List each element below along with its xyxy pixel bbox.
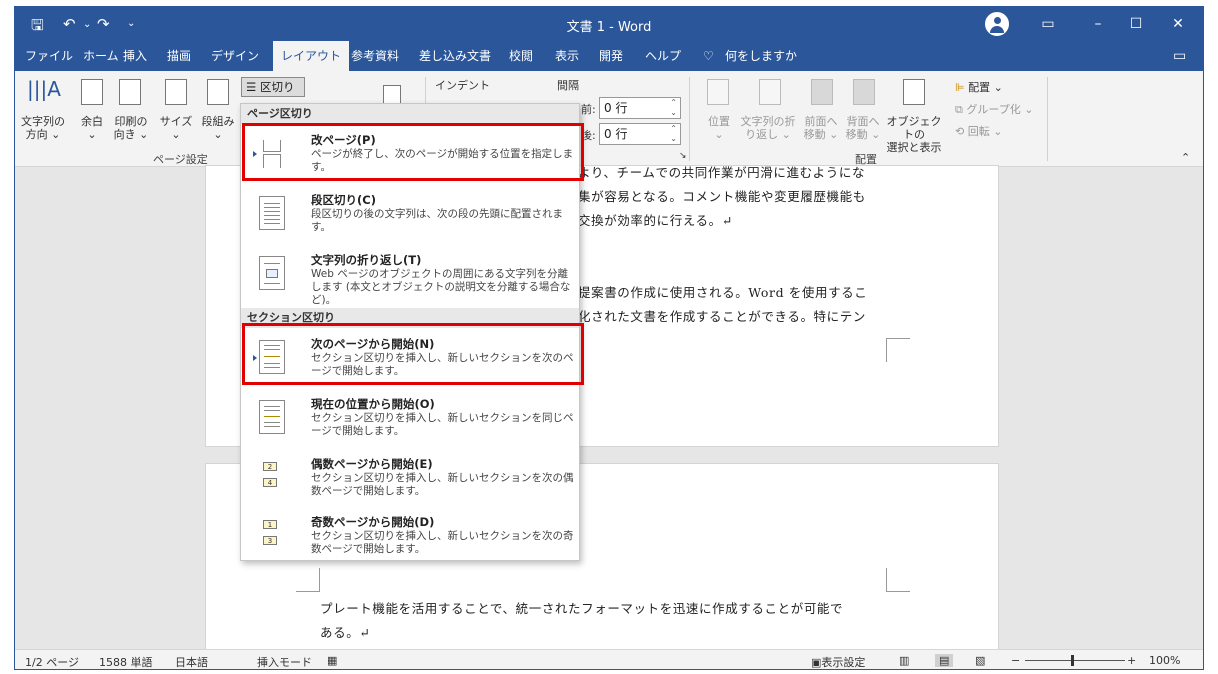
tab-view[interactable]: 表示 — [555, 41, 579, 71]
tab-home[interactable]: ホーム — [83, 41, 119, 71]
bring-forward-icon — [811, 79, 833, 105]
breaks-icon: ☰ — [246, 80, 257, 94]
print-layout-icon[interactable]: ▤ — [935, 654, 954, 667]
tab-file[interactable]: ファイル — [25, 41, 73, 71]
display-settings-icon: ▣ — [811, 656, 822, 669]
read-mode-icon[interactable]: ▥ — [899, 654, 909, 667]
spacing-before-label: 前: — [581, 103, 596, 116]
line-numbers-icon[interactable] — [383, 85, 401, 105]
align-icon: ⊫ — [955, 81, 965, 94]
margins-icon — [81, 79, 103, 105]
body-text-line: より、チームでの共同作業が円滑に進むようにな — [578, 165, 866, 180]
column-break-icon — [259, 196, 285, 230]
odd-page-icon: 1 3 — [259, 518, 285, 552]
spacing-label: 間隔 — [557, 79, 579, 92]
web-layout-icon[interactable]: ▧ — [975, 654, 985, 667]
layout-ribbon: |||A 文字列の 方向 ⌄ 余白 ⌄ 印刷の 向き ⌄ サイズ ⌄ 段組み ⌄… — [15, 71, 1203, 167]
ribbon-display-icon[interactable]: ▭ — [1025, 7, 1071, 41]
title-bar: 🖫 ↶ ⌄ ↷ ⌄ 文書 1 - Word ▭ – ☐ ✕ — [15, 7, 1203, 41]
body-text-line: 集が容易となる。コメント機能や変更履歴機能も — [578, 189, 866, 204]
columns-icon — [207, 79, 229, 105]
body-text-line: プレート機能を活用することで、統一されたフォーマットを迅速に作成することが可能で — [320, 601, 844, 616]
highlight-page-break — [242, 123, 584, 181]
menu-item-continuous[interactable]: 現在の位置から開始(O) セクション区切りを挿入し、新しいセクションを同じページ… — [241, 390, 579, 448]
divider — [689, 77, 690, 161]
macro-record-icon[interactable]: ▦ — [327, 654, 337, 667]
tab-insert[interactable]: 挿入 — [123, 41, 147, 71]
text-direction-icon: |||A — [27, 77, 61, 101]
body-text-line: 化された文書を作成することができる。特にテン — [578, 309, 866, 324]
group-button[interactable]: ⧉ グループ化 ⌄ — [955, 101, 1033, 117]
tab-mailings[interactable]: 差し込み文書 — [419, 41, 491, 71]
orientation-icon — [119, 79, 141, 105]
lightbulb-icon: ♡ — [703, 49, 714, 63]
body-text-line: 交換が効率的に行える。↵ — [578, 213, 733, 228]
divider — [1047, 77, 1048, 161]
continuous-icon — [259, 400, 285, 434]
status-bar: 1/2 ページ 1588 単語 日本語 挿入モード ▦ ▣表示設定 ▥ ▤ ▧ … — [15, 649, 1203, 669]
tell-me-search[interactable]: 何をしますか — [725, 41, 797, 71]
margin-corner-mark — [886, 568, 910, 592]
zoom-slider-thumb[interactable] — [1071, 655, 1074, 666]
ribbon-tabs: ファイル ホーム 挿入 描画 デザイン レイアウト 参考資料 差し込み文書 校閲… — [15, 41, 1203, 71]
zoom-level[interactable]: 100% — [1149, 654, 1180, 667]
indent-label: インデント — [435, 79, 490, 92]
tab-developer[interactable]: 開発 — [599, 41, 623, 71]
zoom-in-icon[interactable]: + — [1127, 654, 1136, 667]
maximize-icon[interactable]: ☐ — [1113, 7, 1159, 41]
close-icon[interactable]: ✕ — [1155, 7, 1201, 41]
position-icon — [707, 79, 729, 105]
spacing-before-input[interactable]: 0 行 — [599, 97, 681, 119]
tab-review[interactable]: 校閲 — [509, 41, 533, 71]
zoom-out-icon[interactable]: − — [1011, 654, 1020, 667]
comments-icon[interactable]: ▭ — [1173, 41, 1186, 71]
breaks-button[interactable]: ☰ 区切り ⌄ — [241, 77, 305, 112]
word-window: 🖫 ↶ ⌄ ↷ ⌄ 文書 1 - Word ▭ – ☐ ✕ ファイル ホーム 挿… — [14, 6, 1204, 670]
highlight-next-page — [242, 323, 584, 385]
menu-item-even-page[interactable]: 2 4 偶数ページから開始(E) セクション区切りを挿入し、新しいセクションを次… — [241, 450, 579, 508]
zoom-slider[interactable] — [1025, 660, 1125, 661]
spacing-after-input[interactable]: 0 行 — [599, 123, 681, 145]
tab-design[interactable]: デザイン — [211, 41, 259, 71]
send-backward-icon — [853, 79, 875, 105]
tab-layout[interactable]: レイアウト — [273, 41, 350, 71]
insert-mode[interactable]: 挿入モード — [257, 654, 312, 669]
margin-corner-mark — [886, 338, 910, 362]
word-count[interactable]: 1588 単語 — [99, 654, 153, 669]
tab-help[interactable]: ヘルプ — [645, 41, 681, 71]
align-button[interactable]: ⊫ 配置 ⌄ — [955, 79, 1003, 95]
text-wrapping-icon — [259, 256, 285, 290]
even-page-icon: 2 4 — [259, 460, 285, 494]
selection-pane-icon — [903, 79, 925, 105]
document-area: より、チームでの共同作業が円滑に進むようにな 集が容易となる。コメント機能や変更… — [15, 165, 1203, 663]
paragraph-launcher-icon[interactable]: ↘ — [679, 151, 687, 161]
display-settings-button[interactable]: ▣表示設定 — [811, 654, 865, 669]
page-count[interactable]: 1/2 ページ — [25, 654, 79, 669]
wrap-text-icon — [759, 79, 781, 105]
collapse-ribbon-icon[interactable]: ⌃ — [1181, 151, 1190, 164]
page-setup-group-label: ページ設定 — [153, 153, 208, 166]
menu-item-column-break[interactable]: 段区切り(C) 段区切りの後の文字列は、次の段の先頭に配置されます。 — [241, 186, 579, 244]
account-avatar-icon[interactable] — [985, 12, 1009, 36]
group-icon: ⧉ — [955, 103, 963, 116]
tab-references[interactable]: 参考資料 — [351, 41, 399, 71]
page-breaks-header: ページ区切り — [241, 104, 579, 124]
tab-draw[interactable]: 描画 — [167, 41, 191, 71]
menu-item-odd-page[interactable]: 1 3 奇数ページから開始(D) セクション区切りを挿入し、新しいセクションを次… — [241, 508, 579, 566]
body-text-line: ある。↵ — [320, 625, 371, 640]
rotate-button[interactable]: ⟲ 回転 ⌄ — [955, 123, 1002, 139]
menu-item-text-wrapping[interactable]: 文字列の折り返し(T) Web ページのオブジェクトの周囲にある文字列を分離しま… — [241, 246, 579, 306]
language-indicator[interactable]: 日本語 — [175, 654, 208, 669]
rotate-icon: ⟲ — [955, 125, 965, 138]
margin-corner-mark — [296, 568, 320, 592]
body-text-line: 提案書の作成に使用される。Word を使用するこ — [578, 285, 868, 300]
size-icon — [165, 79, 187, 105]
